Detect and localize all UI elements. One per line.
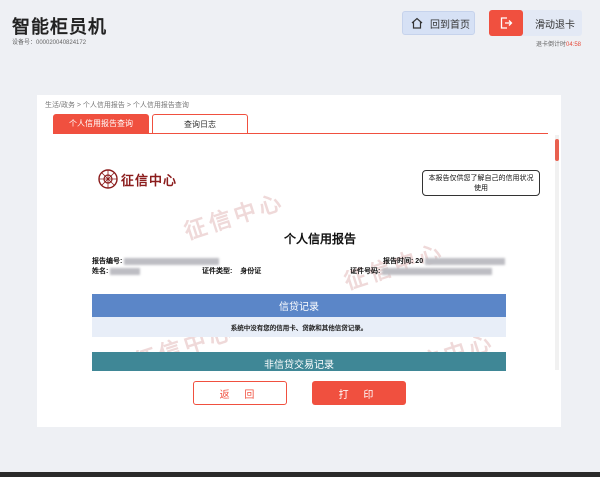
scrollbar-track[interactable]: [555, 135, 559, 370]
redacted-report-time: [425, 257, 506, 265]
exit-card-button[interactable]: 滑动退卡: [489, 10, 582, 36]
tab-credit-report-query[interactable]: 个人信用报告查询: [53, 114, 149, 133]
disclaimer: 本报告仅供您了解自己的信用状况使用: [422, 170, 540, 196]
id-type-row: 证件类型: 身份证: [202, 268, 262, 275]
scrollbar-thumb[interactable]: [555, 139, 559, 161]
app-title: 智能柜员机: [12, 17, 107, 37]
top-bar: 智能柜员机 设备号：000020040824172 回到首页 滑动退卡 退卡倒计…: [0, 0, 600, 58]
print-button[interactable]: 打 印: [312, 381, 406, 405]
countdown: 退卡倒计时04:58: [535, 42, 581, 48]
report-title: 个人信用报告: [283, 232, 356, 246]
redacted-name: [110, 267, 141, 275]
report-no: 报告编号:: [92, 256, 220, 266]
back-button[interactable]: 返 回: [193, 381, 287, 405]
main-card: 生活/政务 > 个人信用报告 > 个人信用报告查询 个人信用报告查询 查询日志 …: [37, 95, 561, 427]
countdown-time: 04:58: [565, 42, 581, 48]
report-time: 报告时间: 20: [383, 256, 506, 266]
bottom-edge: [0, 472, 600, 477]
section-non-credit-records: 非信贷交易记录: [92, 352, 506, 371]
exit-icon: [489, 10, 523, 36]
tab-underline: [53, 133, 548, 134]
home-button[interactable]: 回到首页: [402, 11, 475, 35]
home-button-label: 回到首页: [430, 19, 470, 31]
redacted-report-no: [124, 257, 220, 265]
name-row: 姓名:: [92, 266, 141, 276]
device-id: 设备号：000020040824172: [12, 40, 87, 46]
tab-bar: 个人信用报告查询 查询日志: [53, 114, 248, 134]
credit-records-note: 系统中没有您的信用卡、贷款和其他信贷记录。: [92, 317, 506, 337]
redacted-id-no: [382, 267, 493, 275]
id-no-row: 证件号码:: [350, 266, 493, 276]
tab-query-log[interactable]: 查询日志: [152, 114, 248, 133]
breadcrumb: 生活/政务 > 个人信用报告 > 个人信用报告查询: [45, 102, 189, 109]
exit-card-label: 滑动退卡: [535, 19, 575, 31]
logo-name: 征信中心: [121, 172, 178, 188]
credit-report-preview[interactable]: 征信中心 征信中心 征信中心 征信中心 征信中心 本报告仅供您了解自己的信用状况…: [92, 139, 548, 371]
home-icon: [410, 16, 424, 30]
section-credit-records: 信贷记录: [92, 294, 506, 317]
credit-center-logo: 征信中心: [98, 169, 177, 189]
seal-icon: [98, 169, 118, 189]
